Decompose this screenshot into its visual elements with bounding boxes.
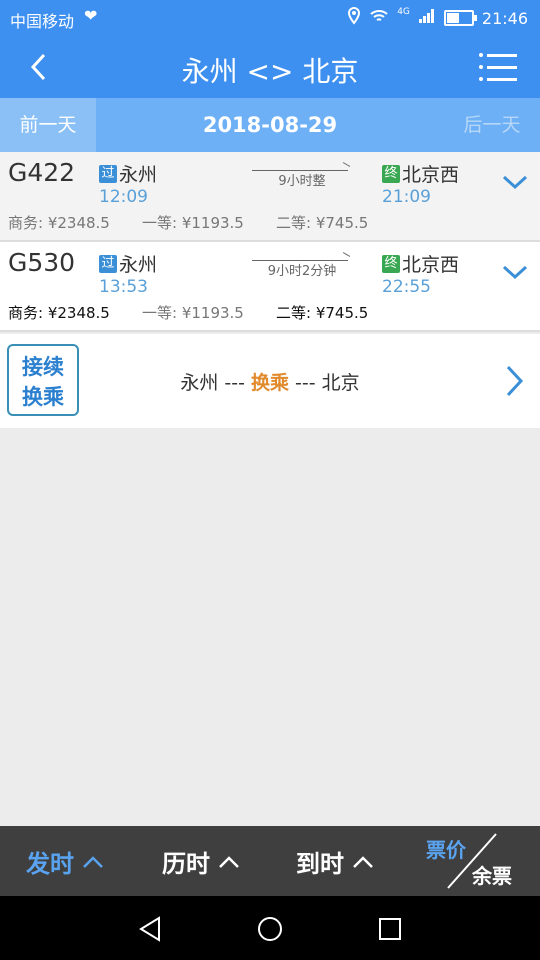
second-class-price: 二等: ¥745.5: [276, 304, 369, 322]
end-tag: 终: [382, 254, 400, 273]
transfer-row[interactable]: 接续 换乘 永州 --- 换乘 --- 北京: [0, 334, 540, 428]
transfer-sep: ---: [289, 372, 322, 394]
transfer-middle: 换乘: [250, 372, 289, 394]
pass-tag: 过: [99, 164, 117, 183]
sort-duration-label: 历时: [162, 850, 210, 878]
arrive-time: 22:55: [382, 277, 431, 297]
sort-arrive-button[interactable]: 到时: [296, 844, 374, 879]
signal-icon: [418, 8, 436, 28]
network-type: 4G: [397, 7, 410, 17]
battery-icon: [443, 10, 477, 26]
heart-icon: ❤: [84, 6, 98, 25]
menu-button[interactable]: [478, 50, 518, 84]
transfer-from: 永州: [180, 372, 219, 394]
from-station-name: 永州: [119, 254, 158, 276]
sort-depart-label: 发时: [26, 850, 74, 878]
status-icons: 4G 21:46: [347, 6, 528, 29]
carrier-name: 中国移动: [10, 12, 75, 31]
business-price: 商务: ¥2348.5: [8, 304, 110, 322]
from-station-name: 永州: [119, 164, 158, 186]
title-bar: 永州 <> 北京: [0, 36, 540, 98]
next-day-button[interactable]: 后一天: [444, 98, 540, 152]
remain-label: 余票: [472, 864, 512, 888]
pass-tag: 过: [99, 254, 117, 273]
chevron-right-icon[interactable]: [504, 364, 524, 398]
page-title: 永州 <> 北京: [181, 55, 359, 88]
to-station-name: 北京西: [402, 254, 460, 276]
duration: 9小时2分钟: [252, 254, 352, 279]
first-class-price: 一等: ¥1193.5: [142, 214, 244, 232]
duration-text: 9小时2分钟: [267, 264, 337, 279]
depart-time: 12:09: [99, 187, 148, 207]
duration: 9小时整: [252, 164, 352, 189]
transfer-to: 北京: [321, 372, 360, 394]
first-class-price: 一等: ¥1193.5: [142, 304, 244, 322]
transfer-route: 永州 --- 换乘 --- 北京: [0, 368, 540, 395]
train-row[interactable]: G530 过 永州 13:53 9小时2分钟 终 北京西 22:55 商务: ¥…: [0, 242, 540, 332]
nav-home-icon[interactable]: [257, 916, 283, 942]
duration-text: 9小时整: [278, 174, 326, 189]
from-station: 过 永州: [99, 250, 157, 277]
sort-duration-button[interactable]: 历时: [162, 844, 240, 879]
transfer-sep: ---: [218, 372, 251, 394]
nav-back-icon[interactable]: [138, 916, 162, 942]
prev-day-button[interactable]: 前一天: [0, 98, 96, 152]
clock: 21:46: [481, 8, 528, 28]
train-number: G422: [8, 158, 76, 187]
wifi-icon: [369, 8, 389, 28]
status-bar: 中国移动 ❤ 4G 21:46: [0, 0, 540, 36]
chevron-up-icon: [219, 855, 239, 868]
chevron-up-icon: [83, 855, 103, 868]
chevron-down-icon[interactable]: [502, 262, 528, 282]
sort-arrive-label: 到时: [296, 850, 344, 878]
system-nav-bar: [0, 896, 540, 960]
from-station: 过 永州: [99, 160, 157, 187]
train-row[interactable]: G422 过 永州 12:09 9小时整 终 北京西 21:09 商务: ¥23…: [0, 152, 540, 242]
business-price: 商务: ¥2348.5: [8, 214, 110, 232]
end-tag: 终: [382, 164, 400, 183]
date-bar: 2018-08-29 前一天 后一天: [0, 98, 540, 152]
location-icon: [347, 6, 361, 29]
sort-bar: 发时 历时 到时 票价 余票: [0, 826, 540, 896]
chevron-down-icon[interactable]: [502, 172, 528, 192]
sort-depart-button[interactable]: 发时: [26, 844, 104, 879]
arrive-time: 21:09: [382, 187, 431, 207]
price-remain-toggle[interactable]: 票价 余票: [420, 826, 540, 896]
nav-recents-icon[interactable]: [378, 917, 402, 941]
train-number: G530: [8, 248, 76, 277]
second-class-price: 二等: ¥745.5: [276, 214, 369, 232]
to-station: 终 北京西: [382, 250, 459, 277]
chevron-up-icon: [353, 855, 373, 868]
duration-arrow: [252, 260, 348, 261]
duration-arrow: [252, 170, 348, 171]
to-station-name: 北京西: [402, 164, 460, 186]
depart-time: 13:53: [99, 277, 148, 297]
to-station: 终 北京西: [382, 160, 459, 187]
